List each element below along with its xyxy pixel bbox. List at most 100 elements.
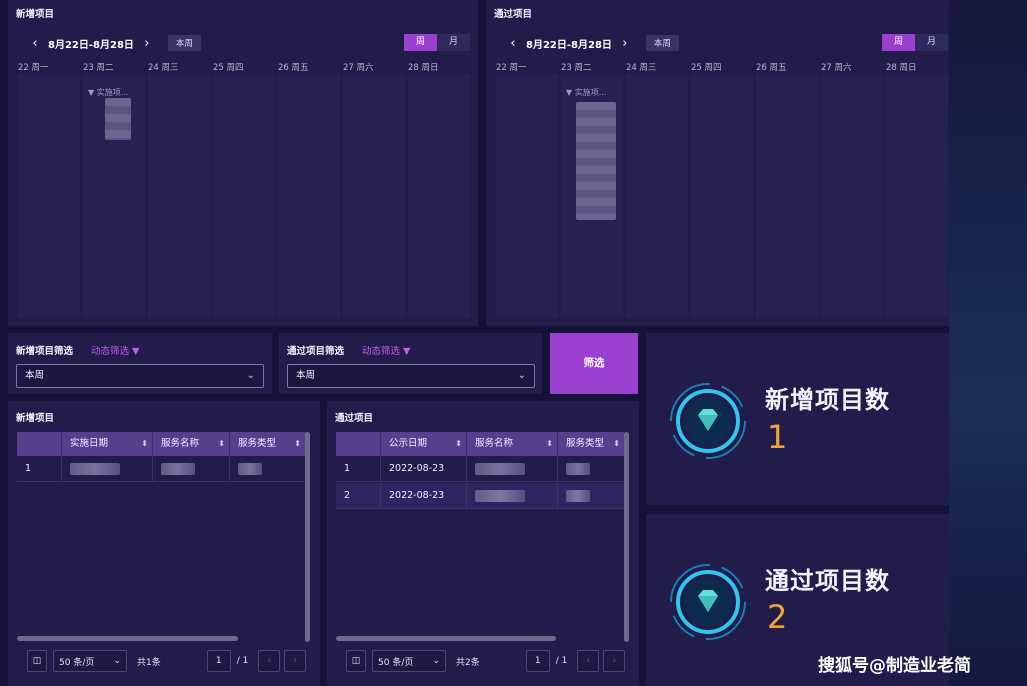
day-header: 23 周二 xyxy=(561,63,592,73)
day-header: 22 周一 xyxy=(18,63,49,73)
column-header-index xyxy=(336,432,381,456)
new-projects-table: 实施日期 ⬍ 服务名称 ⬍ 服务类型 ⬍ 1 xyxy=(17,432,306,642)
view-toggle: 周 月 xyxy=(882,34,948,51)
page-count: / 1 xyxy=(236,656,249,666)
sort-icon: ⬍ xyxy=(613,439,620,448)
filter-button[interactable]: 筛选 xyxy=(550,333,638,394)
columns-icon[interactable]: ◫ xyxy=(27,650,47,672)
passed-projects-table: 公示日期 ⬍ 服务名称 ⬍ 服务类型 ⬍ 1 2022-08-23 2 2022-08… xyxy=(336,432,625,642)
day-column[interactable] xyxy=(278,74,340,318)
row-index: 1 xyxy=(17,456,62,482)
pagination: ◫ 50 条/页 ⌄ 共2条 1 / 1 ‹ › xyxy=(346,650,626,672)
day-column[interactable] xyxy=(408,74,470,318)
select-value: 本周 xyxy=(296,370,316,381)
calendar-nav: ‹ 8月22日-8月28日 › 本周 xyxy=(506,34,679,52)
day-header: 26 周五 xyxy=(756,63,787,73)
blurred-cell xyxy=(558,456,625,482)
diamond-icon xyxy=(670,564,746,640)
column-header-date[interactable]: 实施日期 ⬍ xyxy=(62,432,153,456)
passed-filter-label: 通过项目筛选 xyxy=(287,346,345,357)
day-header: 23 周二 xyxy=(83,63,114,73)
day-column[interactable] xyxy=(821,74,883,318)
new-projects-count-value: 1 xyxy=(767,418,788,456)
day-column[interactable] xyxy=(496,74,558,318)
page-size-select[interactable]: 50 条/页 ⌄ xyxy=(53,650,127,672)
next-week-icon[interactable]: › xyxy=(140,36,154,51)
vertical-scrollbar[interactable] xyxy=(305,432,310,642)
column-header-service-name[interactable]: 服务名称 ⬍ xyxy=(467,432,558,456)
total-count: 共2条 xyxy=(456,657,480,668)
date-range: 8月22日-8月28日 xyxy=(526,39,612,51)
row-index: 2 xyxy=(336,483,381,509)
panel-title: 通过项目 xyxy=(494,9,533,20)
table-header: 实施日期 ⬍ 服务名称 ⬍ 服务类型 ⬍ xyxy=(17,432,306,456)
month-view-button[interactable]: 月 xyxy=(437,34,470,51)
panel-title: 新增项目 xyxy=(16,9,55,20)
passed-projects-calendar-panel: 通过项目 ‹ 8月22日-8月28日 › 本周 周 月 22 周一 23 周二 … xyxy=(486,0,949,326)
horizontal-scrollbar[interactable] xyxy=(17,636,238,641)
day-column[interactable] xyxy=(886,74,948,318)
next-page-icon[interactable]: › xyxy=(284,650,307,672)
diamond-icon xyxy=(670,383,746,459)
sort-icon: ⬍ xyxy=(294,439,301,448)
day-column[interactable] xyxy=(18,74,80,318)
prev-week-icon[interactable]: ‹ xyxy=(28,36,42,51)
table-row[interactable]: 1 2022-08-23 xyxy=(336,456,625,482)
next-page-icon[interactable]: › xyxy=(603,650,626,672)
blurred-cell xyxy=(558,483,625,509)
page-input[interactable]: 1 xyxy=(525,650,550,672)
day-header: 27 周六 xyxy=(343,63,374,73)
day-header: 25 周四 xyxy=(691,63,722,73)
select-value: 本周 xyxy=(25,370,45,381)
page-size-select[interactable]: 50 条/页 ⌄ xyxy=(372,650,446,672)
day-column[interactable] xyxy=(691,74,753,318)
calendar-event[interactable]: ▼ 实施项... xyxy=(566,87,606,98)
prev-week-icon[interactable]: ‹ xyxy=(506,36,520,51)
passed-projects-count-label: 通过项目数 xyxy=(765,567,890,595)
prev-page-icon[interactable]: ‹ xyxy=(577,650,600,672)
day-header: 24 周三 xyxy=(148,63,179,73)
column-header-service-name[interactable]: 服务名称 ⬍ xyxy=(153,432,230,456)
chevron-down-icon: ⌄ xyxy=(246,370,255,381)
month-view-button[interactable]: 月 xyxy=(915,34,948,51)
panel-title: 通过项目 xyxy=(335,413,374,424)
page-input[interactable]: 1 xyxy=(206,650,231,672)
new-dynamic-filter-link[interactable]: 动态筛选 ▼ xyxy=(91,343,139,357)
page-count: / 1 xyxy=(555,656,568,666)
sort-icon: ⬍ xyxy=(218,439,225,448)
columns-icon[interactable]: ◫ xyxy=(346,650,366,672)
day-column[interactable] xyxy=(626,74,688,318)
day-header: 24 周三 xyxy=(626,63,657,73)
this-week-button[interactable]: 本周 xyxy=(645,35,679,51)
column-header-date[interactable]: 公示日期 ⬍ xyxy=(381,432,467,456)
week-view-button[interactable]: 周 xyxy=(404,34,437,51)
day-column[interactable] xyxy=(756,74,818,318)
watermark-text: 搜狐号@制造业老简 xyxy=(818,656,971,676)
table-row[interactable]: 2 2022-08-23 xyxy=(336,483,625,509)
column-header-service-type[interactable]: 服务类型 ⬍ xyxy=(230,432,306,456)
day-header: 28 周日 xyxy=(408,63,439,73)
passed-filter-select[interactable]: 本周 ⌄ xyxy=(287,364,535,388)
this-week-button[interactable]: 本周 xyxy=(167,35,201,51)
calendar-event[interactable]: ▼ 实施项... xyxy=(88,87,128,98)
table-row[interactable]: 1 xyxy=(17,456,306,482)
table-header: 公示日期 ⬍ 服务名称 ⬍ 服务类型 ⬍ xyxy=(336,432,625,456)
passed-dynamic-filter-link[interactable]: 动态筛选 ▼ xyxy=(362,343,410,357)
horizontal-scrollbar[interactable] xyxy=(336,636,556,641)
column-header-service-type[interactable]: 服务类型 ⬍ xyxy=(558,432,625,456)
day-column[interactable] xyxy=(343,74,405,318)
new-filter-label: 新增项目筛选 xyxy=(16,346,74,357)
vertical-scrollbar[interactable] xyxy=(624,432,629,642)
week-view-button[interactable]: 周 xyxy=(882,34,915,51)
blurred-cell xyxy=(62,456,153,482)
next-week-icon[interactable]: › xyxy=(618,36,632,51)
day-header: 22 周一 xyxy=(496,63,527,73)
row-index: 1 xyxy=(336,456,381,482)
blurred-cell xyxy=(467,483,558,509)
new-filter-select[interactable]: 本周 ⌄ xyxy=(16,364,264,388)
prev-page-icon[interactable]: ‹ xyxy=(258,650,281,672)
day-column[interactable] xyxy=(213,74,275,318)
blurred-cell xyxy=(153,456,230,482)
column-header-index xyxy=(17,432,62,456)
day-column[interactable] xyxy=(148,74,210,318)
